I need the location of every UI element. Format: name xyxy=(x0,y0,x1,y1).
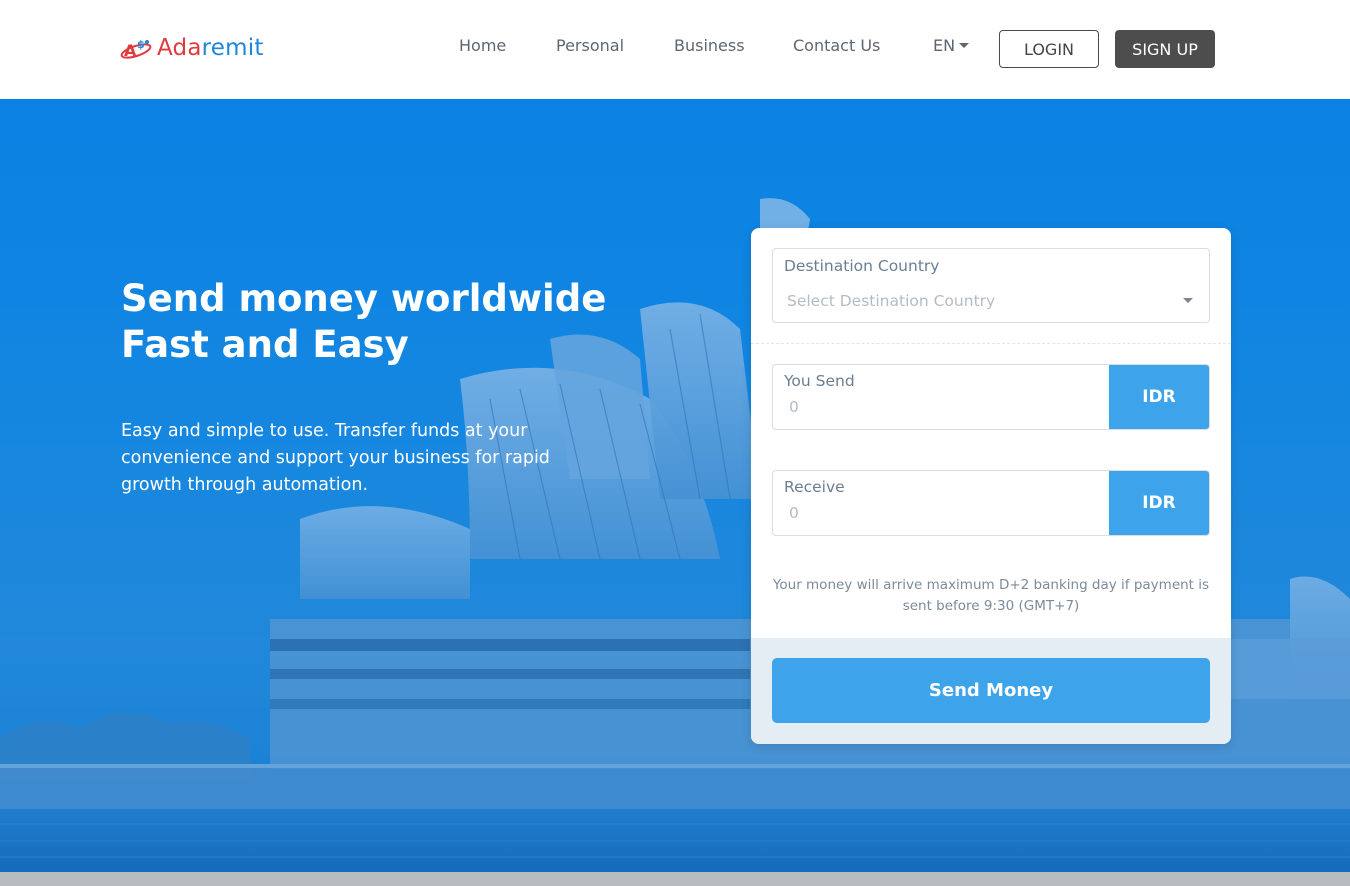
nav-contact-us[interactable]: Contact Us xyxy=(793,36,880,55)
hero-headline: Send money worldwide Fast and Easy xyxy=(121,276,681,368)
hero-subtext: Easy and simple to use. Transfer funds a… xyxy=(121,421,550,495)
divider xyxy=(751,343,1231,344)
form-footer: Send Money xyxy=(751,638,1231,744)
chevron-down-icon xyxy=(1183,298,1193,303)
receive-field[interactable]: Receive 0 IDR xyxy=(772,470,1210,536)
nav-business[interactable]: Business xyxy=(674,36,745,55)
send-money-form: Destination Country Select Destination C… xyxy=(751,228,1231,744)
language-label: EN xyxy=(933,36,956,55)
you-send-field[interactable]: You Send 0 IDR xyxy=(772,364,1210,430)
receive-label: Receive xyxy=(784,478,845,496)
headline-line-1: Send money worldwide xyxy=(121,277,607,320)
nav-home[interactable]: Home xyxy=(459,36,506,55)
delivery-note: Your money will arrive maximum D+2 banki… xyxy=(772,577,1210,614)
destination-label: Destination Country xyxy=(784,257,940,275)
headline-line-2: Fast and Easy xyxy=(121,323,409,366)
login-button[interactable]: LOGIN xyxy=(999,30,1099,68)
you-send-currency-button[interactable]: IDR xyxy=(1109,365,1209,429)
you-send-input[interactable]: 0 xyxy=(789,398,799,416)
site-header: A $ Adaremit Home Personal Business Cont… xyxy=(0,0,1350,99)
you-send-label: You Send xyxy=(784,372,855,390)
page-bottom-strip xyxy=(0,872,1350,886)
destination-country-select[interactable]: Destination Country Select Destination C… xyxy=(772,248,1210,323)
send-money-button[interactable]: Send Money xyxy=(772,658,1210,723)
destination-placeholder: Select Destination Country xyxy=(787,292,996,310)
chevron-down-icon xyxy=(959,43,970,48)
receive-input[interactable]: 0 xyxy=(789,504,799,522)
signup-button[interactable]: SIGN UP xyxy=(1115,30,1215,68)
nav-personal[interactable]: Personal xyxy=(556,36,624,55)
language-selector[interactable]: EN xyxy=(933,36,970,55)
receive-currency-button[interactable]: IDR xyxy=(1109,471,1209,535)
